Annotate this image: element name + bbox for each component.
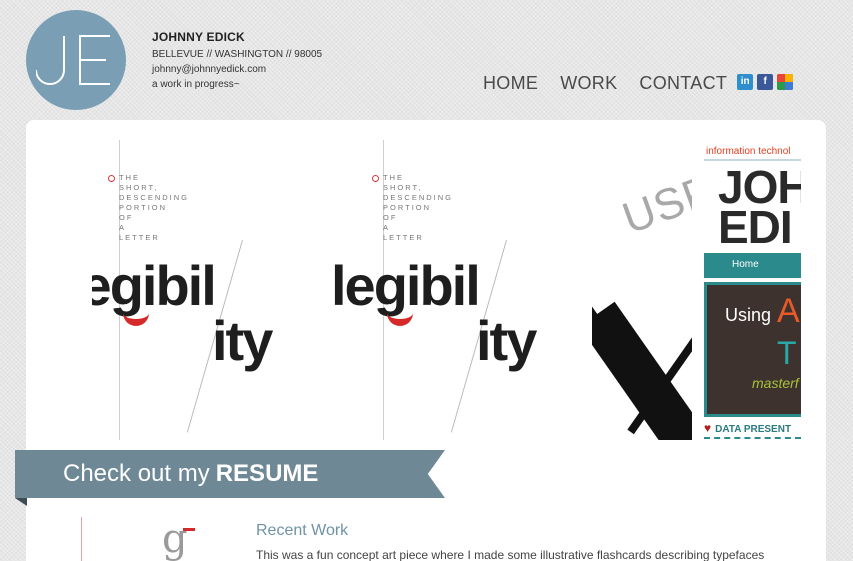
slide-legibility-1[interactable]: THE SHORT, DESCENDING PORTION OF A LETTE…: [92, 140, 356, 440]
slide-legibility-2[interactable]: THE SHORT, DESCENDING PORTION OF A LETTE…: [331, 140, 620, 440]
google-plus-icon[interactable]: [777, 73, 794, 90]
preview-ap: AP: [777, 292, 801, 330]
divider-line: [81, 517, 82, 561]
portfolio-slider[interactable]: THE SHORT, DESCENDING PORTION OF A LETTE…: [92, 140, 801, 440]
nav-work[interactable]: WORK: [560, 73, 617, 94]
preview-data-text: DATA PRESENT: [715, 424, 792, 435]
typeface-g-icon: g: [162, 516, 188, 561]
nav-home[interactable]: HOME: [483, 73, 538, 94]
slide-word-top: legibil: [92, 254, 217, 317]
preview-master: masterf: [752, 375, 799, 391]
resume-banner[interactable]: Check out my RESUME: [15, 450, 445, 498]
owner-name: JOHNNY EDICK: [152, 30, 245, 44]
preview-t: T: [777, 335, 797, 371]
facebook-icon[interactable]: f: [757, 73, 774, 90]
slide-description: THE SHORT, DESCENDING PORTION OF A LETTE…: [383, 173, 454, 242]
nav-contact[interactable]: CONTACT: [639, 73, 727, 94]
slide-word-bottom: ity: [476, 309, 537, 372]
slide-website-preview[interactable]: information technol JOH EDI Home Using A…: [704, 140, 801, 440]
owner-email[interactable]: johnny@johnnyedick.com: [152, 63, 322, 76]
resume-banner-strong: RESUME: [215, 460, 319, 487]
preview-top-label: information technol: [704, 140, 801, 161]
owner-location: BELLEVUE // WASHINGTON // 98005: [152, 49, 323, 60]
preview-nav: Home: [704, 253, 801, 278]
preview-data-label: ♥ DATA PRESENT: [704, 421, 801, 439]
contact-info: JOHNNY EDICK BELLEVUE // WASHINGTON // 9…: [152, 30, 322, 91]
preview-name: JOH EDI: [704, 161, 801, 253]
slide-word-top: legibil: [331, 254, 481, 317]
ring-icon: [372, 175, 379, 182]
heart-icon: ♥: [704, 421, 712, 435]
slide-usp[interactable]: USP: [592, 140, 692, 440]
slide-description: THE SHORT, DESCENDING PORTION OF A LETTE…: [119, 173, 190, 242]
recent-work-body: This was a fun concept art piece where I…: [256, 548, 765, 561]
ribbon-fold: [15, 498, 27, 506]
owner-tagline: a work in progress~: [152, 79, 240, 90]
je-monogram-icon: [36, 35, 110, 85]
usp-text: USP: [616, 165, 692, 244]
preview-name-line2: EDI: [718, 201, 793, 253]
g-accent: [183, 528, 195, 531]
recent-work-title[interactable]: Recent Work: [256, 522, 348, 540]
resume-banner-prefix: Check out my: [63, 460, 210, 487]
linkedin-icon[interactable]: in: [737, 73, 754, 90]
main-nav: HOME WORK CONTACT in f: [483, 73, 794, 94]
preview-feature-box: Using AP T masterf: [704, 282, 801, 417]
ring-icon: [108, 175, 115, 182]
descender-accent: [387, 312, 413, 326]
social-links: in f: [737, 73, 794, 90]
descender-accent: [123, 312, 149, 326]
preview-using: Using: [725, 305, 772, 325]
slide-word-bottom: ity: [212, 309, 273, 372]
logo[interactable]: [26, 10, 126, 110]
